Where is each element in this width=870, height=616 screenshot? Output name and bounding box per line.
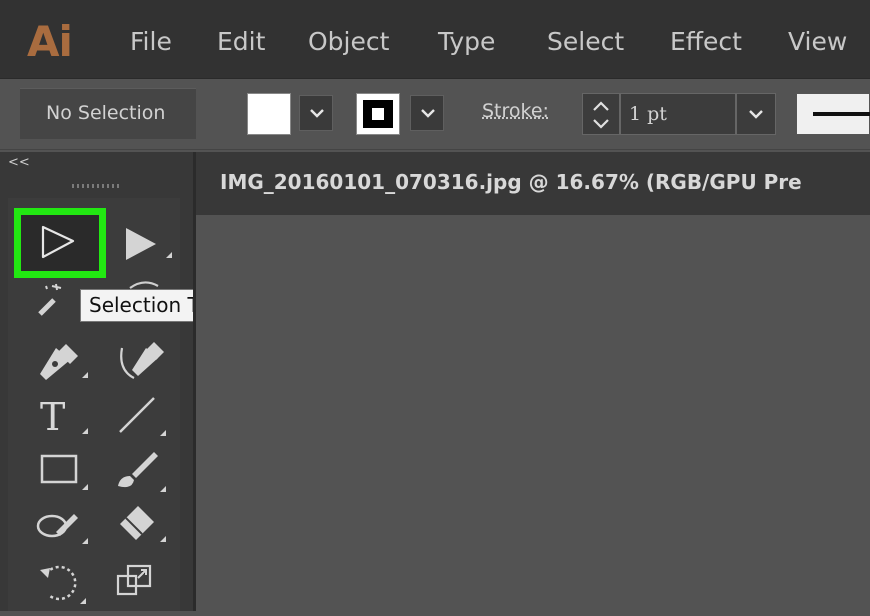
eraser-icon [120, 506, 166, 542]
stroke-profile-preview[interactable] [796, 93, 870, 135]
stroke-label[interactable]: Stroke: [482, 100, 549, 122]
magic-wand-icon [38, 283, 62, 316]
direct-selection-arrow-icon [126, 228, 172, 260]
rotate-icon [40, 565, 86, 604]
illustrator-logo: Ai [27, 17, 73, 66]
collapse-panel-button[interactable]: << [8, 155, 30, 170]
menu-edit[interactable]: Edit [217, 22, 265, 62]
stroke-weight-spinner[interactable] [582, 93, 620, 135]
svg-text:T: T [40, 395, 65, 439]
chevron-down-icon [310, 109, 324, 118]
selection-status: No Selection [20, 88, 196, 139]
selection-status-label: No Selection [46, 102, 166, 124]
scale-icon [116, 564, 152, 596]
magic-wand-tool[interactable] [30, 280, 86, 336]
shaper-tool[interactable] [34, 502, 90, 558]
curvature-tool[interactable] [116, 338, 172, 394]
menu-effect[interactable]: Effect [670, 22, 742, 62]
menu-bar: Ai File Edit Object Type Select Effect V… [0, 0, 870, 79]
stroke-swatch[interactable] [356, 93, 400, 135]
spinner-arrows-icon [593, 101, 609, 129]
type-tool[interactable]: T [38, 392, 94, 448]
rectangle-tool[interactable] [38, 448, 94, 504]
stroke-swatch-inner [363, 100, 393, 128]
scale-tool[interactable] [114, 560, 170, 616]
panel-grip[interactable] [72, 184, 120, 188]
document-tab[interactable]: IMG_20160101_070316.jpg @ 16.67% (RGB/GP… [196, 152, 870, 215]
pen-tool[interactable] [34, 338, 90, 394]
shaper-icon [36, 514, 88, 544]
selection-tool-highlight[interactable] [14, 208, 106, 278]
artboard-canvas[interactable] [196, 215, 870, 611]
rectangle-icon [40, 454, 88, 490]
menu-object[interactable]: Object [308, 22, 389, 62]
paintbrush-icon [118, 452, 166, 492]
stroke-weight-input[interactable]: 1 pt [620, 93, 736, 135]
curvature-icon [120, 342, 164, 379]
line-segment-tool[interactable] [114, 392, 170, 448]
selection-arrow-icon [41, 225, 75, 259]
menu-view[interactable]: View [788, 22, 847, 62]
menu-select[interactable]: Select [547, 22, 624, 62]
paintbrush-tool[interactable] [116, 446, 172, 502]
stroke-weight-dropdown[interactable] [736, 93, 776, 135]
rotate-tool[interactable] [36, 560, 92, 616]
fill-swatch[interactable] [247, 93, 291, 135]
stroke-dropdown[interactable] [410, 95, 444, 131]
line-segment-icon [119, 397, 166, 436]
menu-type[interactable]: Type [438, 22, 495, 62]
chevron-down-icon [421, 109, 435, 118]
type-icon: T [40, 395, 88, 439]
eraser-tool[interactable] [116, 500, 172, 556]
direct-selection-tool[interactable] [120, 218, 176, 274]
document-tab-title: IMG_20160101_070316.jpg @ 16.67% (RGB/GP… [220, 170, 802, 194]
menu-file[interactable]: File [130, 22, 172, 62]
chevron-down-icon [749, 110, 763, 119]
fill-dropdown[interactable] [299, 95, 333, 131]
pen-icon [40, 344, 88, 380]
